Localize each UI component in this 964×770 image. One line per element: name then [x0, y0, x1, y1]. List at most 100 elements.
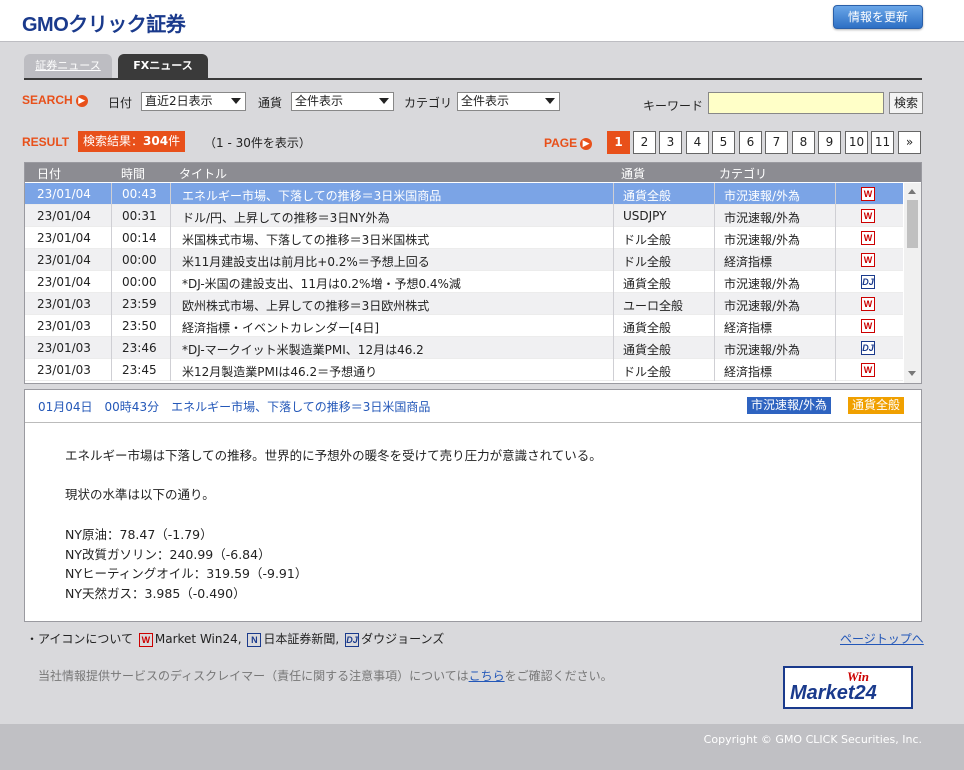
- nikkei-securities-icon: N: [247, 632, 262, 647]
- legend-dow-jones: ダウジョーンズ: [361, 632, 445, 646]
- dow-jones-icon: DJ: [861, 275, 875, 289]
- result-label: RESULT: [22, 135, 70, 149]
- arrow-right-icon: ▶: [75, 94, 88, 107]
- column-divider: [170, 271, 171, 293]
- column-divider: [111, 337, 112, 359]
- table-row[interactable]: 23/01/04 00:14 米国株式市場、下落しての推移＝3日米国株式 ドル全般 市況…: [25, 227, 903, 249]
- detail-header: 01月04日 00時43分 エネルギー市場、下落しての推移＝3日米国商品 市況速…: [25, 390, 921, 423]
- cell-title: エネルギー市場、下落しての推移＝3日米国商品: [182, 189, 442, 203]
- column-header-time: 時間: [121, 167, 146, 181]
- column-divider: [170, 359, 171, 381]
- page-top-link[interactable]: ページトップへ: [840, 630, 924, 647]
- column-divider: [111, 293, 112, 315]
- table-row[interactable]: 23/01/04 00:43 エネルギー市場、下落しての推移＝3日米国商品 通貨全般 市…: [25, 183, 903, 205]
- table-scrollbar[interactable]: [904, 183, 921, 383]
- cell-date: 23/01/03: [37, 297, 91, 311]
- chevron-down-icon: [545, 98, 555, 104]
- page-link-8[interactable]: 8: [792, 131, 815, 154]
- column-divider: [613, 315, 614, 337]
- column-divider: [714, 205, 715, 227]
- column-divider: [170, 249, 171, 271]
- market-win-icon: W: [861, 231, 875, 245]
- gmo-click-logo[interactable]: GMOクリック証券: [22, 8, 186, 37]
- page-link-2[interactable]: 2: [633, 131, 656, 154]
- table-row[interactable]: 23/01/04 00:00 米11月建設支出は前月比+0.2%＝予想上回る ドル全般…: [25, 249, 903, 271]
- column-divider: [613, 183, 614, 205]
- page-link-7[interactable]: 7: [765, 131, 788, 154]
- column-divider: [835, 205, 836, 227]
- table-row[interactable]: 23/01/03 23:45 米12月製造業PMIは46.2＝予想通り ドル全般 経済指…: [25, 359, 903, 381]
- tab-underline: [24, 78, 922, 80]
- column-divider: [170, 337, 171, 359]
- detail-title: 01月04日 00時43分 エネルギー市場、下落しての推移＝3日米国商品: [38, 400, 431, 414]
- legend-prefix: ・アイコンについて: [26, 632, 134, 646]
- column-divider: [835, 227, 836, 249]
- refresh-button[interactable]: 情報を更新: [833, 5, 923, 29]
- cell-time: 23:59: [122, 297, 157, 311]
- cell-category: 市況速報/外為: [724, 299, 801, 313]
- tab-securities-news[interactable]: 証券ニュース: [24, 54, 112, 78]
- table-row[interactable]: 23/01/04 00:00 *DJ-米国の建設支出、11月は0.2%増・予想0.4…: [25, 271, 903, 293]
- column-divider: [613, 249, 614, 271]
- keyword-input[interactable]: [708, 92, 884, 114]
- date-select[interactable]: 直近2日表示: [141, 92, 246, 111]
- column-header-category: カテゴリ: [719, 167, 768, 181]
- market-win-icon: W: [861, 187, 875, 201]
- scroll-up-icon[interactable]: [908, 189, 916, 194]
- cell-currency: USDJPY: [623, 209, 667, 223]
- page-link-11[interactable]: 11: [871, 131, 894, 154]
- detail-line: エネルギー市場は下落しての推移。世界的に予想外の暖冬を受けて売り圧力が意識されて…: [65, 448, 602, 463]
- currency-select[interactable]: 全件表示: [291, 92, 394, 111]
- cell-title: 米国株式市場、下落しての推移＝3日米国株式: [182, 233, 430, 247]
- market-win-icon: W: [861, 253, 875, 267]
- cell-time: 23:45: [122, 363, 157, 377]
- market-win-icon: W: [861, 209, 875, 223]
- page-link-10[interactable]: 10: [845, 131, 868, 154]
- table-row[interactable]: 23/01/03 23:59 欧州株式市場、上昇しての推移＝3日欧州株式 ユーロ全般 市…: [25, 293, 903, 315]
- page-link-1[interactable]: 1: [607, 131, 630, 154]
- tab-fx-news[interactable]: FXニュース: [118, 54, 208, 78]
- column-divider: [170, 315, 171, 337]
- date-label: 日付: [108, 96, 133, 110]
- cell-currency: 通貨全般: [623, 277, 672, 291]
- market-win-icon: W: [138, 632, 153, 647]
- result-count-prefix: 検索結果：: [83, 134, 144, 148]
- column-header-currency: 通貨: [621, 167, 646, 181]
- cell-time: 00:00: [122, 253, 157, 267]
- cell-currency: ドル全般: [623, 365, 672, 379]
- page-link-9[interactable]: 9: [818, 131, 841, 154]
- cell-category: 市況速報/外為: [724, 343, 801, 357]
- search-label: SEARCH: [22, 93, 73, 107]
- cell-currency: 通貨全般: [623, 343, 672, 357]
- chevron-down-icon: [231, 98, 241, 104]
- icon-legend: ・アイコンについて W Market Win24, N 日本証券新聞, DJ ダウジョ…: [26, 630, 444, 647]
- column-divider: [111, 315, 112, 337]
- result-count: 304: [143, 134, 169, 148]
- cell-date: 23/01/03: [37, 341, 91, 355]
- scroll-thumb[interactable]: [907, 200, 918, 248]
- cell-title: *DJ-米国の建設支出、11月は0.2%増・予想0.4%減: [182, 277, 461, 291]
- disclaimer-link[interactable]: こちら: [469, 669, 505, 683]
- page-link-6[interactable]: 6: [739, 131, 762, 154]
- dow-jones-icon: DJ: [861, 341, 875, 355]
- market-win24-logo[interactable]: Win Market24: [783, 666, 913, 709]
- table-row[interactable]: 23/01/04 00:31 ドル/円、上昇しての推移＝3日NY外為 USDJPY 市況…: [25, 205, 903, 227]
- next-page-button[interactable]: »: [898, 131, 921, 154]
- keyword-label: キーワード: [643, 99, 704, 113]
- result-label-group: RESULT: [22, 135, 69, 149]
- search-button[interactable]: 検索: [889, 92, 923, 114]
- column-divider: [714, 359, 715, 381]
- cell-title: 米11月建設支出は前月比+0.2%＝予想上回る: [182, 255, 430, 269]
- page-link-5[interactable]: 5: [712, 131, 735, 154]
- category-select[interactable]: 全件表示: [457, 92, 560, 111]
- column-divider: [714, 337, 715, 359]
- market-win-icon: W: [861, 297, 875, 311]
- page-link-3[interactable]: 3: [659, 131, 682, 154]
- currency-select-value: 全件表示: [295, 94, 344, 108]
- site-header: GMOクリック証券 情報を更新: [0, 0, 964, 42]
- table-row[interactable]: 23/01/03 23:50 経済指標・イベントカレンダー[4日] 通貨全般 経済指標 W: [25, 315, 903, 337]
- table-row[interactable]: 23/01/03 23:46 *DJ-マークイット米製造業PMI、12月は46.2 通…: [25, 337, 903, 359]
- page-link-4[interactable]: 4: [686, 131, 709, 154]
- detail-line: NYヒーティングオイル：319.59（-9.91）: [65, 566, 308, 581]
- scroll-down-icon[interactable]: [908, 371, 916, 376]
